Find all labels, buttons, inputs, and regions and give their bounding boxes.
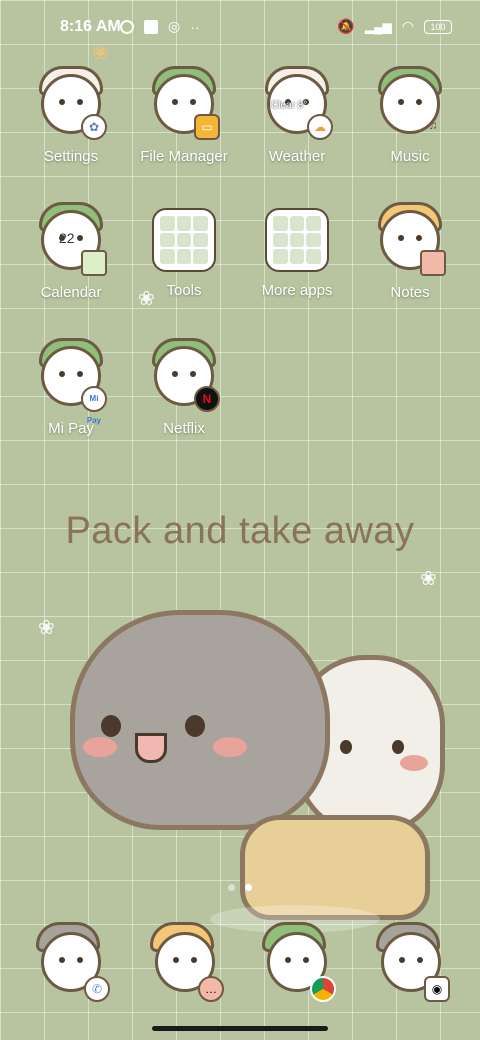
app-label: Netflix bbox=[163, 420, 205, 437]
paw-icon: ❀ bbox=[38, 617, 55, 639]
calendar-day: 22 bbox=[59, 230, 75, 246]
app-label: File Manager bbox=[140, 148, 228, 165]
paw-icon: ❀ bbox=[420, 568, 437, 590]
dock-phone[interactable]: ✆ bbox=[36, 922, 110, 1002]
page-indicator bbox=[0, 878, 480, 896]
folder-label: More apps bbox=[261, 282, 333, 299]
paw-icon: ❀ bbox=[138, 288, 155, 310]
app-label: Mi Pay bbox=[48, 420, 94, 437]
calendar-icon: 22 bbox=[39, 202, 107, 276]
app-label: Music bbox=[390, 148, 430, 165]
app-label: Calendar bbox=[40, 284, 102, 301]
app-netflix[interactable]: N Netflix bbox=[124, 338, 244, 437]
app-calendar[interactable]: 22 Calendar bbox=[11, 202, 131, 301]
status-bar: 8:16 AM ◎ ·· 🔕 ▂▄▆ ◠ 100 bbox=[0, 0, 480, 56]
camera-icon: ◉ bbox=[376, 922, 450, 1002]
app-weather[interactable]: Clear 8° ☁ Weather bbox=[237, 66, 357, 165]
notes-icon bbox=[378, 202, 446, 276]
notification-square-icon bbox=[144, 19, 158, 34]
page-dot bbox=[228, 884, 235, 891]
notification-location-icon: ◎ bbox=[168, 18, 181, 34]
mi-pay-badge: Mi Pay bbox=[81, 386, 107, 425]
app-label: Settings bbox=[43, 148, 99, 165]
app-settings[interactable]: ✿ Settings bbox=[11, 66, 131, 165]
settings-icon: ✿ bbox=[39, 66, 107, 140]
folder-icon bbox=[265, 208, 329, 272]
app-mi-pay[interactable]: Mi Pay Mi Pay bbox=[11, 338, 131, 437]
weather-icon: Clear 8° ☁ bbox=[265, 66, 333, 140]
paw-icon: ❀ bbox=[92, 42, 109, 64]
wallpaper-title: Pack and take away bbox=[65, 510, 415, 552]
folder-more-apps[interactable]: More apps bbox=[237, 208, 357, 299]
notification-icons: ◎ ·· bbox=[120, 18, 200, 35]
signal-icon: ▂▄▆ bbox=[364, 19, 392, 34]
netflix-badge: N bbox=[194, 386, 220, 412]
chrome-icon bbox=[262, 922, 336, 1002]
file-manager-icon: ▭ bbox=[152, 66, 220, 140]
phone-icon: ✆ bbox=[36, 922, 110, 1002]
messages-icon: … bbox=[150, 922, 224, 1002]
gray-cat-illustration bbox=[70, 610, 330, 830]
app-label: Weather bbox=[268, 148, 326, 165]
app-notes[interactable]: Notes bbox=[350, 202, 470, 301]
dock-messages[interactable]: … bbox=[150, 922, 224, 1002]
dock-chrome[interactable] bbox=[262, 922, 336, 1002]
wifi-icon: ◠ bbox=[401, 18, 414, 34]
app-label: Notes bbox=[390, 284, 430, 301]
battery-icon: 100 bbox=[424, 19, 452, 34]
dock-camera[interactable]: ◉ bbox=[376, 922, 450, 1002]
weather-widget-text: Clear 8° bbox=[271, 100, 308, 111]
mi-pay-icon: Mi Pay bbox=[39, 338, 107, 425]
app-music[interactable]: ♫ Music bbox=[350, 66, 470, 165]
notification-app-icon bbox=[120, 19, 134, 34]
folder-icon bbox=[152, 208, 216, 272]
status-time: 8:16 AM bbox=[60, 18, 121, 35]
app-file-manager[interactable]: ▭ File Manager bbox=[124, 66, 244, 165]
netflix-icon: N bbox=[152, 338, 220, 412]
music-icon: ♫ bbox=[378, 66, 442, 138]
mute-icon: 🔕 bbox=[337, 18, 355, 34]
page-dot-active bbox=[245, 884, 252, 891]
system-status-icons: 🔕 ▂▄▆ ◠ 100 bbox=[337, 18, 452, 35]
more-notifications-icon: ·· bbox=[190, 18, 200, 35]
backpack-illustration bbox=[240, 815, 430, 920]
home-indicator[interactable] bbox=[152, 1026, 328, 1031]
